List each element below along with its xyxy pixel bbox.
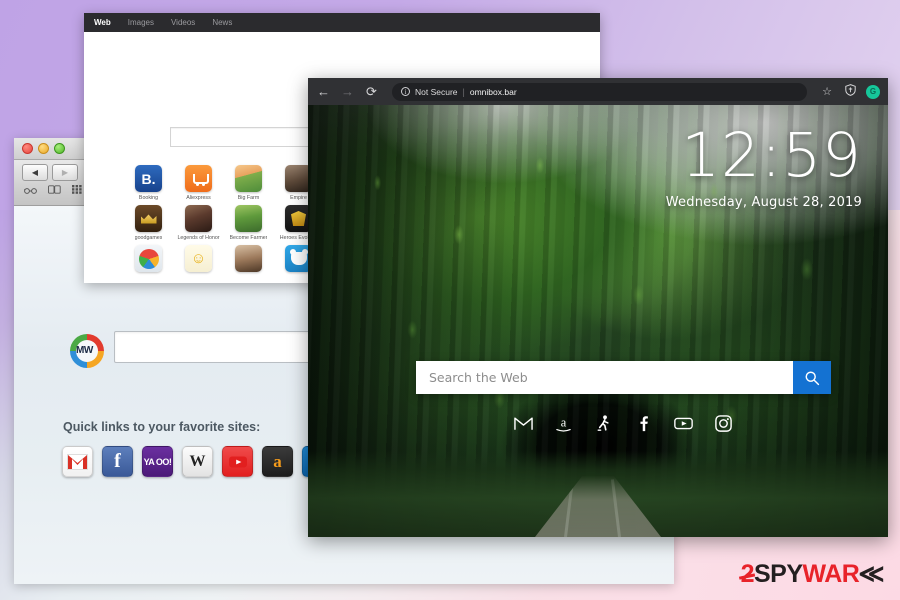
tile-smiley[interactable]: ☺	[174, 245, 223, 275]
shield-icon-svg	[844, 84, 856, 96]
aliexpress-icon	[185, 165, 212, 192]
search-button[interactable]	[793, 361, 831, 394]
walking-person-icon[interactable]	[594, 414, 613, 433]
smiley-icon: ☺	[185, 245, 212, 272]
glasses-icon-svg	[24, 187, 37, 194]
tile-label: Big Farm	[237, 195, 260, 201]
back-icon[interactable]: ←	[316, 85, 331, 98]
watermark-e-chevron: ≪	[858, 560, 884, 588]
facebook-icon[interactable]	[634, 414, 653, 433]
tile-become-farmer[interactable]: Become Farmer	[224, 205, 273, 241]
youtube-icon	[228, 456, 247, 467]
quicklinks-title: Quick links to your favorite sites:	[63, 420, 261, 434]
tile-pinwheel[interactable]	[124, 245, 173, 275]
clock-widget: 12:59 Wednesday, August 28, 2019	[666, 125, 862, 210]
amazon-icon-svg: a	[556, 415, 571, 432]
tab-images[interactable]: Images	[128, 18, 154, 27]
info-icon[interactable]: i	[401, 87, 410, 96]
legends-of-honor-icon	[185, 205, 212, 232]
tab-news[interactable]: News	[212, 18, 232, 27]
watermark-spy: SPY	[753, 559, 803, 588]
tab-videos[interactable]: Videos	[171, 18, 195, 27]
web-search-bar[interactable]	[416, 361, 831, 394]
grid-icon[interactable]	[72, 185, 82, 197]
watermark-2: 2	[740, 559, 755, 588]
gmail-icon-svg	[514, 417, 533, 430]
goodgames-icon	[135, 205, 162, 232]
omnibox-separator: |	[462, 86, 465, 97]
svg-text:a: a	[561, 415, 567, 429]
facebook-icon-svg	[640, 416, 648, 432]
portal-logo-text: MW	[76, 345, 93, 356]
back-button[interactable]: ◀	[22, 164, 48, 181]
clock-date: Wednesday, August 28, 2019	[665, 195, 862, 210]
book-icon-svg	[48, 185, 61, 194]
tile-goodgames[interactable]: goodgames	[124, 205, 173, 241]
forward-icon[interactable]: →	[340, 85, 355, 98]
grid-icon-svg	[72, 185, 82, 194]
portal-logo: MW	[70, 334, 114, 368]
omnibox-url: omnibox.bar	[469, 86, 517, 97]
tile-label: Booking	[138, 195, 159, 201]
bookmark-star-icon[interactable]: ☆	[820, 85, 834, 98]
pinwheel-icon	[135, 245, 162, 272]
security-status-text: Not Secure	[415, 86, 458, 97]
instagram-icon-svg	[715, 415, 732, 432]
shortcut-row: a	[416, 414, 831, 433]
tile-label: Aliexpress	[186, 195, 211, 201]
gmail-icon	[67, 453, 88, 470]
results-tabbar: Web Images Videos News	[84, 13, 600, 32]
tile-label: goodgames	[134, 235, 163, 241]
youtube-icon[interactable]	[674, 414, 693, 433]
become-farmer-icon	[235, 205, 262, 232]
tile-big-farm[interactable]: Big Farm	[224, 165, 273, 201]
walking-person-icon-svg	[597, 415, 609, 431]
chrome-toolbar: ← → ⟳ i Not Secure | omnibox.bar ☆ G	[308, 78, 888, 105]
gmail-icon[interactable]	[514, 414, 533, 433]
omnibox[interactable]: i Not Secure | omnibox.bar	[392, 82, 807, 101]
big-farm-icon	[235, 165, 262, 192]
tile-portrait[interactable]	[224, 245, 273, 275]
forward-button[interactable]: ▶	[52, 164, 78, 181]
instagram-icon[interactable]	[714, 414, 733, 433]
youtube-icon-svg	[674, 417, 693, 430]
tile-label: Empire	[290, 195, 307, 201]
quicklink-amazon[interactable]: a	[262, 446, 293, 477]
amazon-icon[interactable]: a	[554, 414, 573, 433]
tile-label: Become Farmer	[229, 235, 268, 241]
close-button[interactable]	[22, 143, 33, 154]
search-icon	[805, 371, 820, 385]
new-tab-page: 12:59 Wednesday, August 28, 2019 a	[308, 105, 888, 537]
minimize-button[interactable]	[38, 143, 49, 154]
zoom-button[interactable]	[54, 143, 65, 154]
clock-time: 12:59	[681, 120, 862, 191]
tile-booking[interactable]: B. Booking	[124, 165, 173, 201]
quicklink-facebook[interactable]: f	[102, 446, 133, 477]
tile-aliexpress[interactable]: Aliexpress	[174, 165, 223, 201]
glasses-icon[interactable]	[24, 186, 37, 197]
quicklink-gmail[interactable]	[62, 446, 93, 477]
portrait-icon	[235, 245, 262, 272]
watermark-2spyware: 2 SPY WAR ≪	[740, 559, 885, 589]
booking-icon: B.	[135, 165, 162, 192]
tile-legends-of-honor[interactable]: Legends of Honor	[174, 205, 223, 241]
quicklink-wikipedia[interactable]: W	[182, 446, 213, 477]
quicklink-yahoo[interactable]: YA OO!	[142, 446, 173, 477]
reload-icon[interactable]: ⟳	[364, 85, 379, 98]
quicklinks-row: f YA OO! W a ✳	[62, 446, 333, 477]
tile-label: Legends of Honor	[177, 235, 220, 241]
quicklink-youtube[interactable]	[222, 446, 253, 477]
avatar[interactable]: G	[866, 84, 880, 99]
search-input[interactable]	[416, 361, 793, 394]
chrome-browser-window[interactable]: ← → ⟳ i Not Secure | omnibox.bar ☆ G 12:…	[308, 78, 888, 537]
tab-web[interactable]: Web	[94, 18, 111, 27]
shield-icon[interactable]	[843, 84, 857, 99]
watermark-war: WAR	[802, 559, 860, 588]
book-icon[interactable]	[48, 185, 61, 197]
